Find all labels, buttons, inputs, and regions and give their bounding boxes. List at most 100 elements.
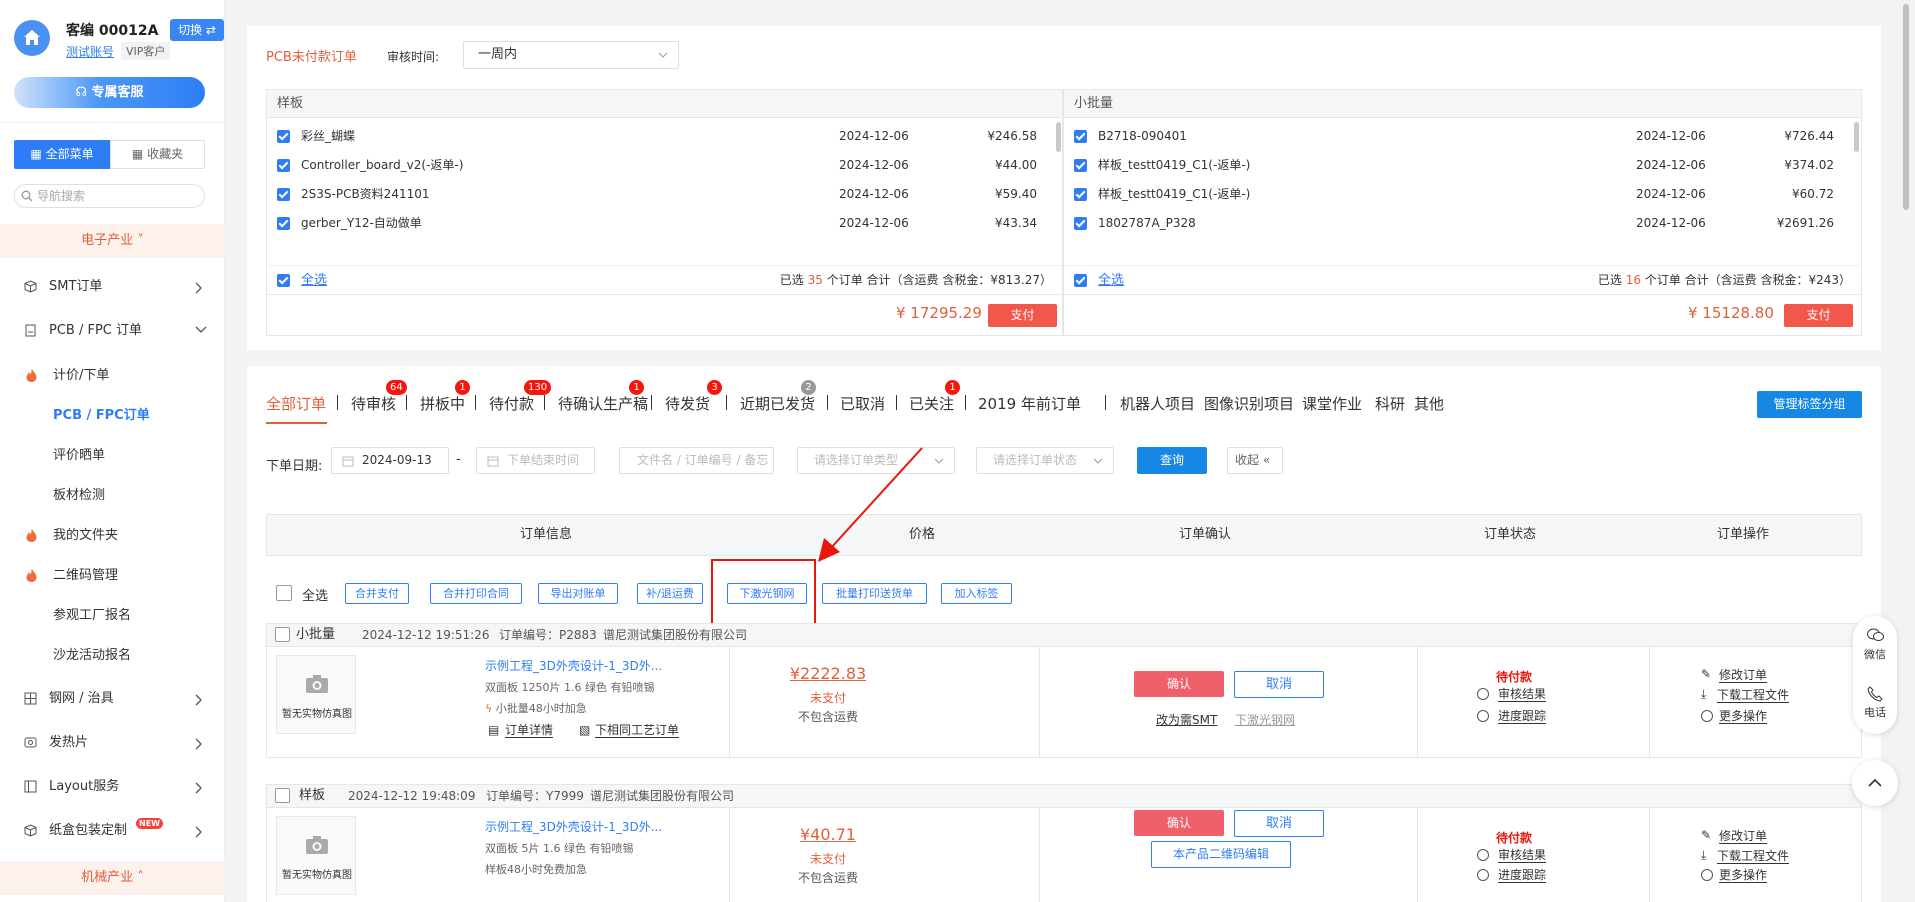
test-account-link[interactable]: 测试账号 [66,43,114,60]
select-all-checkbox[interactable] [1074,274,1087,287]
tab-research[interactable]: 科研 [1375,393,1405,414]
bulk-select-all-checkbox[interactable] [276,585,292,601]
phone-icon[interactable] [1867,686,1883,702]
tab-pending-shipment[interactable]: 待发货 [665,393,710,414]
merge-pay-button[interactable]: 合并支付 [345,583,409,604]
tab-all-orders[interactable]: 全部订单 [266,393,326,414]
sidebar-item-stencil[interactable]: 钢网 / 治具 [0,684,225,714]
add-tag-button[interactable]: 加入标签 [941,583,1012,604]
batch-print-delivery-button[interactable]: 批量打印送货单 [822,583,927,604]
tab-image-recognition[interactable]: 图像识别项目 [1204,393,1294,414]
review-time-select[interactable]: 一周内 [463,41,679,69]
more-actions-link[interactable]: 更多操作 [1719,868,1768,883]
tab-all-menu[interactable]: ▦ 全部菜单 [14,140,110,169]
order-status-select[interactable]: 请选择订单状态 [976,447,1114,474]
same-process-order-link[interactable]: 下相同工艺订单 [595,723,680,738]
list-scrollbar[interactable] [1056,122,1061,152]
order-price[interactable]: ¥40.71 [734,825,922,844]
category-electronics[interactable]: 电子产业 ˅ [0,224,225,258]
row-checkbox[interactable] [277,159,290,172]
review-result-link[interactable]: 审核结果 [1498,687,1547,702]
row-checkbox[interactable] [1074,159,1087,172]
review-result-link[interactable]: 审核结果 [1498,848,1547,863]
start-date-input[interactable]: 2024-09-13 [331,447,449,474]
merge-print-contract-button[interactable]: 合并打印合同 [430,583,522,604]
nav-search-input[interactable]: 导航搜索 [14,184,205,208]
exclusive-service-button[interactable]: ☊ 专属客服 [14,77,205,108]
tab-robot-project[interactable]: 机器人项目 [1120,393,1195,414]
sidebar-item-quote-order[interactable]: 计价/下单 [0,361,225,391]
sidebar-item-carton[interactable]: 纸盒包装定制 NEW [0,816,225,846]
cancel-button[interactable]: 取消 [1234,810,1324,837]
wechat-icon[interactable] [1867,628,1884,642]
sidebar-item-my-folder[interactable]: 我的文件夹 [0,521,225,551]
keyword-search-input[interactable]: 文件名 / 订单编号 / 备忘 [619,447,774,474]
row-checkbox[interactable] [277,217,290,230]
pay-button[interactable]: 支付 [1784,304,1853,327]
progress-tracking-link[interactable]: 进度跟踪 [1498,868,1547,883]
avatar[interactable] [14,20,50,56]
switch-account-button[interactable]: 切换 ⇄ [170,19,224,41]
edit-order-link[interactable]: 修改订单 [1719,668,1768,683]
order-detail-link[interactable]: 订单详情 [505,723,554,738]
wechat-label[interactable]: 微信 [1853,646,1897,662]
qr-code-edit-button[interactable]: 本产品二维码编辑 [1151,841,1291,868]
select-all-link[interactable]: 全选 [301,266,327,295]
more-actions-link[interactable]: 更多操作 [1719,709,1768,724]
sidebar-item-pcb-fpc[interactable]: PCB / FPC 订单 [0,316,225,346]
sidebar-item-board-test[interactable]: 板材检测 [0,481,225,511]
manage-tag-groups-button[interactable]: 管理标签分组 [1757,391,1862,418]
tab-cancelled[interactable]: 已取消 [840,393,885,414]
collapse-filters-button[interactable]: 收起 « [1227,447,1283,474]
shipping-adjust-button[interactable]: 补/退运费 [637,583,703,604]
row-checkbox[interactable] [1074,217,1087,230]
confirm-button[interactable]: 确认 [1134,810,1224,836]
sidebar-item-reviews[interactable]: 评价晒单 [0,441,225,471]
back-to-top-button[interactable] [1852,760,1898,806]
sidebar-item-heat-sheet[interactable]: 发热片 [0,728,225,758]
order-checkbox[interactable] [275,627,290,642]
tab-followed[interactable]: 已关注 [909,393,954,414]
phone-label[interactable]: 电话 [1853,704,1897,720]
export-statement-button[interactable]: 导出对账单 [538,583,618,604]
cancel-button[interactable]: 取消 [1234,671,1324,698]
order-checkbox[interactable] [275,788,290,803]
product-thumbnail[interactable]: 暂无实物仿真图 [276,816,356,895]
tab-other[interactable]: 其他 [1414,393,1444,414]
product-thumbnail[interactable]: 暂无实物仿真图 [276,655,356,734]
tab-pending-payment[interactable]: 待付款 [489,393,534,414]
progress-tracking-link[interactable]: 进度跟踪 [1498,709,1547,724]
change-to-smt-link[interactable]: 改为需SMT [1156,711,1217,728]
sidebar-item-pcb-fpc-orders[interactable]: PCB / FPC订单 [0,401,225,431]
order-price[interactable]: ¥2222.83 [734,664,922,683]
tab-pending-review[interactable]: 待审核 [351,393,396,414]
query-button[interactable]: 查询 [1137,447,1207,474]
end-date-input[interactable]: 下单结束时间 [476,447,595,474]
select-all-link[interactable]: 全选 [1098,266,1124,295]
tab-favorites[interactable]: ▦ 收藏夹 [110,140,205,169]
list-scrollbar[interactable] [1854,122,1859,152]
page-scrollbar[interactable] [1903,4,1909,210]
sidebar-item-smt[interactable]: SMT订单 [0,272,225,302]
tab-homework[interactable]: 课堂作业 [1302,393,1362,414]
confirm-button[interactable]: 确认 [1134,671,1224,697]
order-title-link[interactable]: 示例工程_3D外壳设计-1_3D外... [485,657,662,674]
laser-stencil-link[interactable]: 下激光钢网 [1235,711,1295,728]
edit-order-link[interactable]: 修改订单 [1719,829,1768,844]
row-checkbox[interactable] [1074,188,1087,201]
download-files-link[interactable]: 下载工程文件 [1717,849,1790,864]
select-all-checkbox[interactable] [277,274,290,287]
download-files-link[interactable]: 下载工程文件 [1717,688,1790,703]
row-checkbox[interactable] [277,130,290,143]
tab-pre-2019-orders[interactable]: 2019 年前订单 [978,393,1081,414]
sidebar-item-salon-signup[interactable]: 沙龙活动报名 [0,641,225,671]
tab-recently-shipped[interactable]: 近期已发货 [740,393,815,414]
row-checkbox[interactable] [277,188,290,201]
order-title-link[interactable]: 示例工程_3D外壳设计-1_3D外... [485,818,662,835]
order-type-select[interactable]: 请选择订单类型 [797,447,955,474]
sidebar-item-qr-management[interactable]: 二维码管理 [0,561,225,591]
pay-button[interactable]: 支付 [988,304,1057,327]
tab-pending-production-confirm[interactable]: 待确认生产稿 [558,393,648,414]
sidebar-item-layout[interactable]: Layout服务 [0,772,225,802]
row-checkbox[interactable] [1074,130,1087,143]
